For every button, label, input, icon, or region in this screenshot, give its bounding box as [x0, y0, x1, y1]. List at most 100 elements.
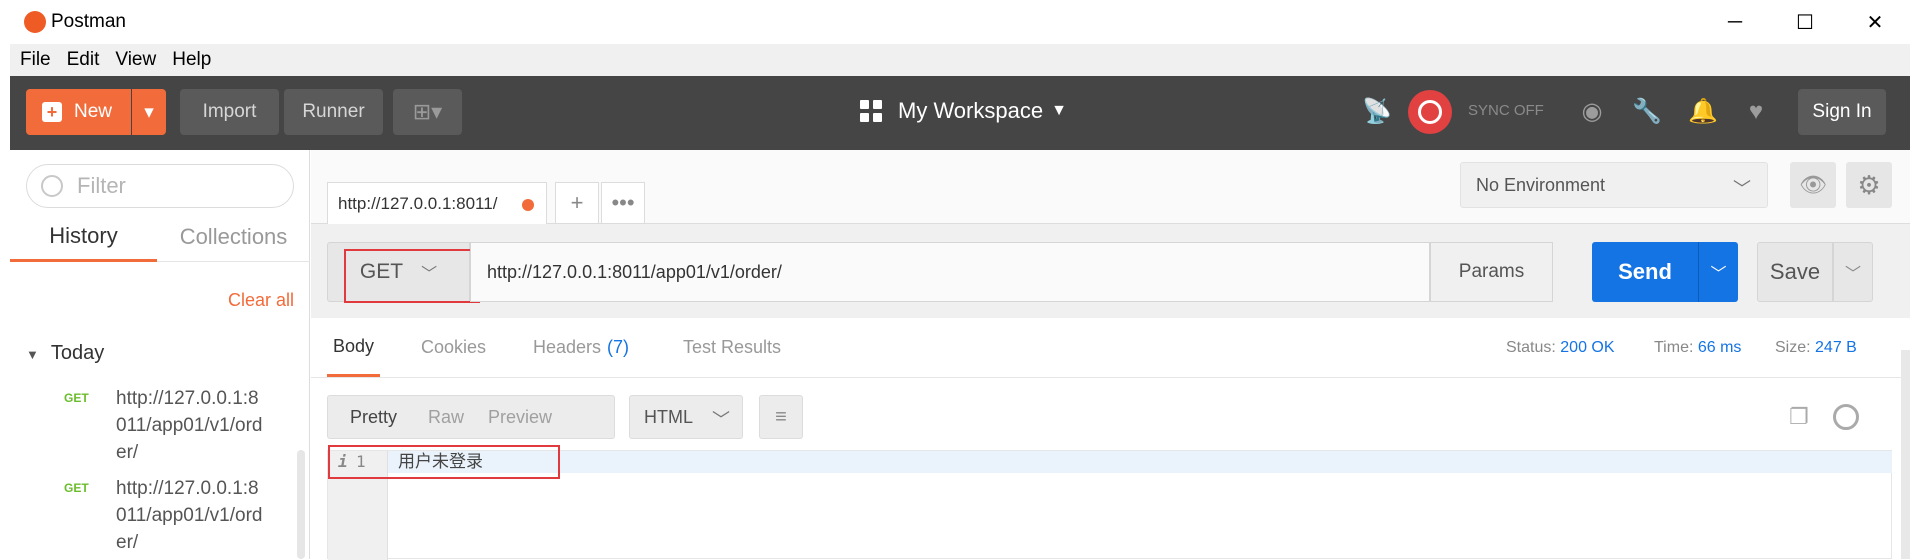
main-scrollbar[interactable]: [1901, 350, 1910, 559]
copy-icon[interactable]: ❐: [1789, 404, 1815, 430]
filter-placeholder: Filter: [77, 173, 126, 198]
request-tab-label: http://127.0.0.1:8011/: [338, 193, 498, 213]
format-pretty-button[interactable]: Pretty: [350, 396, 397, 438]
tab-history[interactable]: History: [10, 212, 157, 262]
menu-view[interactable]: View: [115, 49, 156, 71]
language-select[interactable]: HTML ﹀: [629, 395, 743, 439]
import-button[interactable]: Import: [180, 89, 279, 135]
search-icon: [41, 175, 63, 197]
bell-icon[interactable]: 🔔: [1688, 98, 1718, 126]
response-body-editor[interactable]: i 1 用户未登录: [327, 445, 1892, 560]
unsaved-dot-icon: [522, 199, 534, 211]
response-tab-body[interactable]: Body: [327, 318, 381, 377]
tab-collections[interactable]: Collections: [157, 212, 310, 262]
size-label: Size:: [1775, 339, 1811, 356]
toolbar: + New ▾ Import Runner ⊞▾ My Workspace ▼ …: [10, 76, 1910, 150]
response-panel: Body Cookies Headers (7) Test Results St…: [311, 318, 1910, 560]
headers-label: Headers: [533, 337, 602, 357]
highlight-box: [344, 249, 480, 303]
send-dropdown-button[interactable]: ﹀: [1698, 242, 1738, 302]
params-button[interactable]: Params: [1430, 242, 1553, 302]
new-dropdown-button[interactable]: ▾: [132, 89, 166, 135]
environment-quick-look-button[interactable]: 👁: [1790, 162, 1836, 208]
method-badge: GET: [64, 391, 89, 405]
environment-select[interactable]: No Environment ﹀: [1460, 162, 1768, 208]
satellite-icon[interactable]: 📡: [1362, 98, 1392, 126]
time-info: Time: 66 ms: [1654, 339, 1741, 357]
wrap-lines-button[interactable]: ≡: [759, 395, 803, 439]
workspace-grid-icon: [860, 100, 882, 122]
response-tab-headers[interactable]: Headers (7): [533, 318, 629, 377]
workspace-label: My Workspace: [898, 98, 1044, 123]
history-url: http://127.0.0.1:8011/app01/v1/order/: [116, 388, 263, 463]
main-panel: http://127.0.0.1:8011/ + ••• No Environm…: [311, 150, 1910, 560]
active-line-highlight: [388, 451, 1892, 473]
new-window-button[interactable]: ⊞▾: [393, 89, 462, 135]
heart-icon[interactable]: ♥: [1742, 98, 1770, 126]
history-group-today[interactable]: ▼ Today: [26, 342, 104, 365]
globe-icon[interactable]: ◉: [1578, 98, 1606, 126]
request-url-row: GET ﹀ http://127.0.0.1:8011/app01/v1/ord…: [311, 224, 1910, 304]
gear-icon: ⚙: [1857, 169, 1881, 200]
environment-label: No Environment: [1476, 174, 1606, 195]
headers-count: (7): [607, 337, 630, 357]
more-tabs-button[interactable]: •••: [601, 182, 645, 224]
menu-edit[interactable]: Edit: [67, 49, 100, 71]
clear-all-link[interactable]: Clear all: [228, 290, 294, 311]
sidebar-scrollbar[interactable]: [297, 450, 305, 559]
runner-button[interactable]: Runner: [284, 89, 383, 135]
size-value: 247 B: [1815, 339, 1857, 356]
caret-down-icon: ▼: [1051, 102, 1067, 119]
add-tab-button[interactable]: +: [555, 182, 599, 224]
url-input[interactable]: http://127.0.0.1:8011/app01/v1/order/: [470, 242, 1430, 302]
sync-status-label: SYNC OFF: [1468, 102, 1544, 119]
status-label: Status:: [1506, 339, 1556, 356]
method-badge: GET: [64, 481, 89, 495]
divider: [311, 377, 1910, 378]
title-bar: Postman ─ ☐ ✕: [0, 0, 1920, 44]
close-button[interactable]: ✕: [1840, 0, 1910, 44]
new-button[interactable]: + New: [26, 89, 131, 135]
minimize-button[interactable]: ─: [1700, 0, 1770, 44]
caret-down-icon: ▼: [26, 347, 39, 362]
chevron-down-icon: ﹀: [1733, 179, 1751, 199]
chevron-down-icon: ﹀: [1844, 266, 1861, 283]
manage-environments-button[interactable]: ⚙: [1846, 162, 1892, 208]
search-icon[interactable]: [1833, 404, 1859, 430]
sync-icon[interactable]: [1408, 90, 1452, 134]
filter-input[interactable]: Filter: [26, 164, 294, 208]
wrench-icon[interactable]: 🔧: [1632, 98, 1662, 126]
response-tab-cookies[interactable]: Cookies: [421, 318, 486, 377]
sign-in-button[interactable]: Sign In: [1798, 89, 1886, 135]
workspace-selector[interactable]: My Workspace ▼: [860, 98, 1067, 124]
sidebar: Filter History Collections Clear all ▼ To…: [10, 150, 310, 559]
format-raw-button[interactable]: Raw: [428, 396, 464, 438]
time-value: 66 ms: [1697, 339, 1742, 356]
chevron-down-icon: ﹀: [1710, 266, 1727, 283]
add-window-icon: ⊞▾: [412, 99, 443, 124]
group-label: Today: [50, 342, 105, 364]
time-label: Time:: [1654, 339, 1694, 356]
menu-bar: File Edit View Help: [10, 44, 1910, 76]
maximize-button[interactable]: ☐: [1770, 0, 1840, 44]
language-label: HTML: [644, 406, 693, 427]
format-preview-button[interactable]: Preview: [488, 396, 552, 438]
response-tab-test-results[interactable]: Test Results: [683, 318, 781, 377]
request-tab[interactable]: http://127.0.0.1:8011/: [327, 182, 547, 224]
menu-file[interactable]: File: [20, 49, 51, 71]
menu-help[interactable]: Help: [172, 49, 211, 71]
send-button[interactable]: Send: [1592, 242, 1698, 302]
window-title: Postman: [51, 11, 126, 32]
plus-icon: +: [42, 102, 62, 122]
highlight-box: [328, 445, 560, 479]
save-button[interactable]: Save: [1757, 242, 1833, 302]
status-value: 200 OK: [1560, 339, 1615, 356]
postman-logo-icon: [24, 11, 46, 33]
eye-icon: 👁: [1799, 172, 1827, 197]
format-toggle-group: Pretty Raw Preview: [327, 395, 615, 439]
save-dropdown-button[interactable]: ﹀: [1833, 242, 1873, 302]
size-info: Size: 247 B: [1775, 339, 1857, 357]
chevron-down-icon: ﹀: [712, 410, 730, 430]
wrap-lines-icon: ≡: [775, 405, 787, 428]
caret-down-icon: ▾: [144, 101, 154, 123]
